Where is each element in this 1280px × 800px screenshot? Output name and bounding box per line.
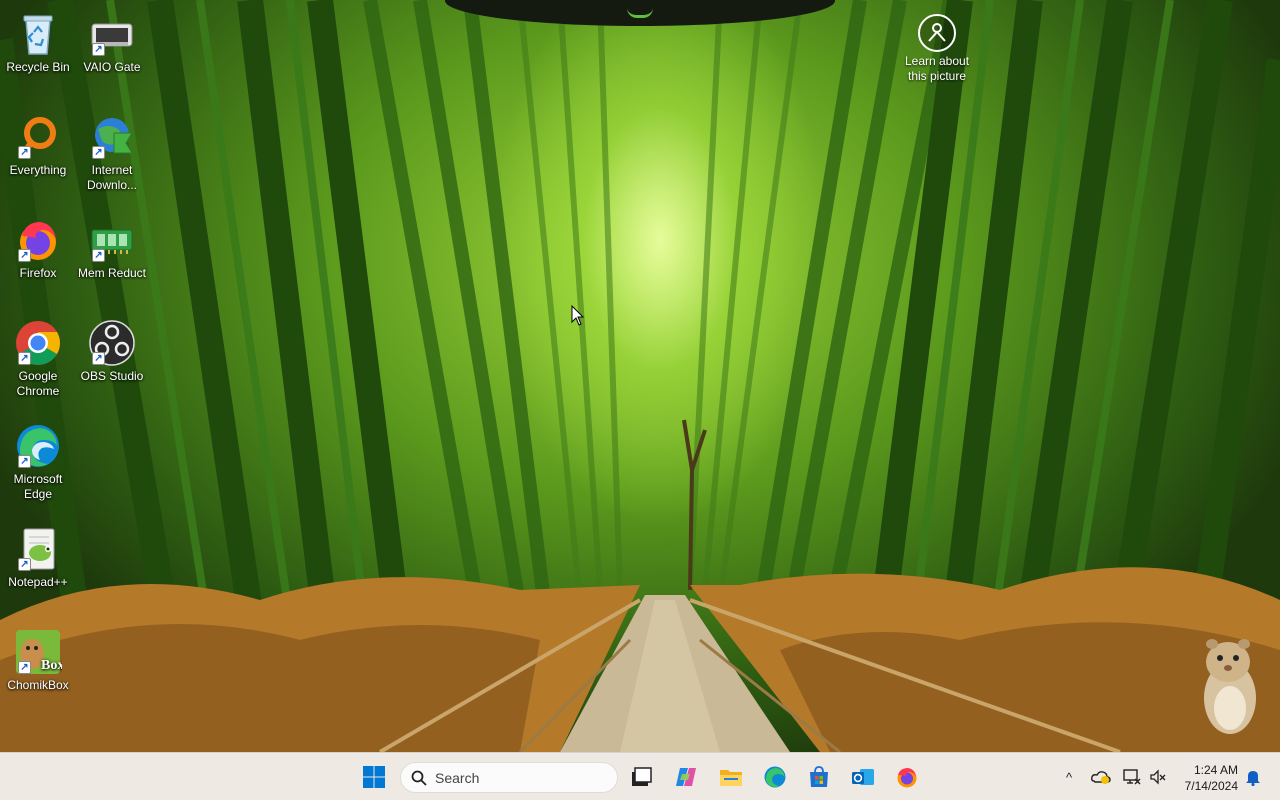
start-icon	[363, 766, 385, 788]
taskbar: ^ 1:24 AM 7/14/2024	[0, 752, 1280, 800]
file-explorer-button[interactable]	[715, 761, 747, 793]
clock-date: 7/14/2024	[1184, 779, 1238, 793]
shortcut-arrow-icon: ↗	[18, 352, 31, 365]
copilot-button[interactable]	[670, 761, 702, 793]
notch-logo-icon	[627, 8, 653, 18]
desktop-icon-google-chrome[interactable]: ↗ Google Chrome	[0, 319, 76, 399]
task-view-button[interactable]	[625, 761, 657, 793]
shortcut-arrow-icon: ↗	[92, 43, 105, 56]
desktop-icon-label: Notepad++	[8, 575, 68, 589]
desktop-icon-obs-studio[interactable]: ↗ OBS Studio	[74, 319, 150, 384]
clock-time: 1:24 AM	[1193, 763, 1238, 777]
microsoft-store-icon	[810, 766, 828, 787]
desktop-icon-label: OBS Studio	[80, 369, 144, 383]
desktop-icon-everything[interactable]: ↗ Everything	[0, 113, 76, 178]
desktop-icon-label: Internet Downlo...	[86, 163, 138, 192]
task-view-icon	[632, 767, 652, 786]
shortcut-arrow-icon: ↗	[18, 558, 31, 571]
search-icon	[411, 770, 427, 786]
shortcut-arrow-icon: ↗	[92, 352, 105, 365]
search-input[interactable]	[435, 769, 605, 786]
desktop-icon-notepad-plus-plus[interactable]: ↗ Notepad++	[0, 525, 76, 590]
onedrive-warning-icon	[1091, 771, 1111, 784]
desktop-icon-internet-download-manager[interactable]: ↗ Internet Downlo...	[74, 113, 150, 193]
microsoft-store-button[interactable]	[803, 761, 835, 793]
desktop-icon-label: ChomikBox	[7, 678, 69, 692]
hamster-desktop-pet-icon[interactable]	[1190, 628, 1262, 738]
network-icon	[1123, 769, 1141, 785]
bell-icon	[1246, 771, 1260, 786]
chevron-up-icon: ^	[1065, 769, 1073, 785]
onedrive-tray-button[interactable]	[1089, 765, 1113, 789]
spotlight-camera-icon	[918, 14, 956, 52]
taskbar-clock[interactable]: 1:24 AM 7/14/2024	[1172, 762, 1238, 794]
volume-tray-button[interactable]	[1146, 765, 1170, 789]
chomikbox-badge-text: Box	[41, 658, 62, 673]
network-tray-button[interactable]	[1120, 765, 1144, 789]
shortcut-arrow-icon: ↗	[92, 249, 105, 262]
desktop-icon-label: Google Chrome	[16, 369, 60, 398]
firefox-taskbar-button[interactable]	[891, 761, 923, 793]
copilot-icon	[676, 768, 696, 786]
desktop-wallpaper	[0, 0, 1280, 752]
file-explorer-icon	[720, 770, 742, 786]
shortcut-arrow-icon: ↗	[18, 146, 31, 159]
edge-icon	[764, 766, 786, 788]
bamboo-forest-image	[0, 0, 1280, 752]
desktop-icon-label: Mem Reduct	[77, 266, 147, 280]
desktop-icon-label: Microsoft Edge	[13, 472, 63, 501]
shortcut-arrow-icon: ↗	[18, 661, 31, 674]
desktop-icon-chomikbox[interactable]: Box ↗ ChomikBox	[0, 628, 76, 693]
mouse-pointer-icon	[571, 305, 585, 326]
desktop-icon-label: VAIO Gate	[83, 60, 141, 74]
shortcut-arrow-icon: ↗	[92, 146, 105, 159]
show-hidden-icons-button[interactable]: ^	[1057, 765, 1081, 789]
start-button[interactable]	[358, 761, 390, 793]
outlook-icon	[852, 769, 874, 785]
desktop-icon-label: Everything	[9, 163, 67, 177]
desktop-icon-vaio-gate[interactable]: ↗ VAIO Gate	[74, 10, 150, 75]
desktop-icon-label: Recycle Bin	[6, 60, 70, 74]
shortcut-arrow-icon: ↗	[18, 455, 31, 468]
recycle-bin-icon	[23, 15, 53, 55]
desktop-icon-label: Firefox	[19, 266, 57, 280]
volume-muted-icon	[1150, 769, 1166, 785]
taskbar-search-box[interactable]	[400, 762, 618, 793]
desktop-icon-mem-reduct[interactable]: ↗ Mem Reduct	[74, 216, 150, 281]
desktop-icon-firefox[interactable]: ↗ Firefox	[0, 216, 76, 281]
desktop-icon-microsoft-edge[interactable]: ↗ Microsoft Edge	[0, 422, 76, 502]
edge-taskbar-button[interactable]	[759, 761, 791, 793]
firefox-icon	[897, 768, 917, 788]
learn-about-picture-label: Learn about this picture	[904, 54, 970, 83]
desktop-icon-recycle-bin[interactable]: Recycle Bin	[0, 10, 76, 75]
outlook-button[interactable]	[847, 761, 879, 793]
shortcut-arrow-icon: ↗	[18, 249, 31, 262]
notifications-button[interactable]	[1241, 765, 1265, 789]
learn-about-picture-button[interactable]: Learn about this picture	[898, 12, 976, 84]
